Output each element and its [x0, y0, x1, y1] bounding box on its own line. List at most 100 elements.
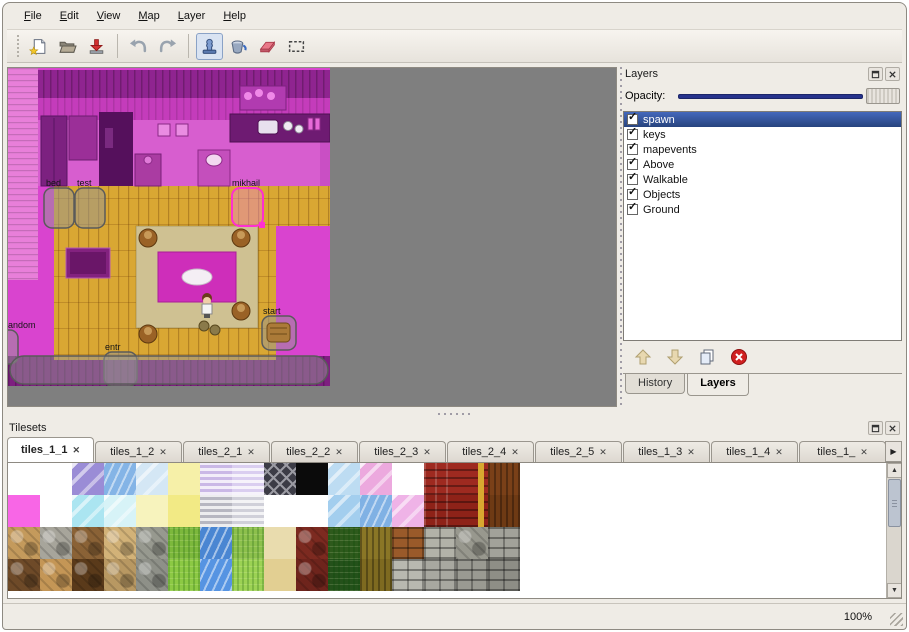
layer-row-Above[interactable]: ✓Above [624, 157, 901, 172]
tileset-tile[interactable] [456, 495, 488, 527]
tileset-tile[interactable] [392, 527, 424, 559]
tileset-tile[interactable] [136, 495, 168, 527]
tileset-tile[interactable] [360, 495, 392, 527]
tab-close-icon[interactable]: ✕ [423, 448, 431, 457]
tileset-tile[interactable] [488, 463, 520, 495]
tileset-tile[interactable] [104, 527, 136, 559]
tileset-tile[interactable] [72, 527, 104, 559]
float-dock-button[interactable] [868, 421, 883, 435]
tileset-tile[interactable] [328, 495, 360, 527]
tileset-tile[interactable] [168, 495, 200, 527]
tileset-tile[interactable] [40, 495, 72, 527]
tileset-tile[interactable] [296, 527, 328, 559]
float-dock-button[interactable] [868, 67, 883, 81]
close-dock-button[interactable] [885, 421, 900, 435]
tileset-tile[interactable] [328, 559, 360, 591]
toolbar-grip[interactable] [15, 35, 20, 57]
tileset-tile[interactable] [168, 463, 200, 495]
layer-visibility-checkbox[interactable]: ✓ [627, 129, 638, 140]
tileset-tile[interactable] [296, 463, 328, 495]
tileset-tile[interactable] [8, 495, 40, 527]
tileset-tile[interactable] [488, 495, 520, 527]
tab-close-icon[interactable]: ✕ [247, 448, 255, 457]
layer-list[interactable]: ✓spawn✓keys✓mapevents✓Above✓Walkable✓Obj… [623, 111, 902, 341]
tileset-tile[interactable] [168, 527, 200, 559]
horizontal-splitter[interactable] [3, 409, 906, 419]
menu-layer[interactable]: Layer [169, 7, 215, 25]
tileset-scrollbar[interactable]: ▲ ▼ [886, 463, 901, 598]
tileset-tile[interactable] [200, 559, 232, 591]
tab-scroll-right-button[interactable]: ▶ [885, 441, 902, 462]
undo-button[interactable] [125, 33, 152, 60]
tileset-tile[interactable] [456, 463, 488, 495]
tileset-tile[interactable] [8, 527, 40, 559]
tileset-tab-tiles_1_[interactable]: tiles_1_✕ [799, 441, 886, 462]
tileset-tile[interactable] [8, 463, 40, 495]
tileset-tile[interactable] [424, 559, 456, 591]
tileset-tile[interactable] [456, 559, 488, 591]
layer-visibility-checkbox[interactable]: ✓ [627, 189, 638, 200]
tab-close-icon[interactable]: ✕ [335, 448, 343, 457]
tileset-tile[interactable] [232, 527, 264, 559]
tileset-tile[interactable] [200, 527, 232, 559]
tileset-tile[interactable] [104, 495, 136, 527]
tileset-tile[interactable] [40, 527, 72, 559]
tileset-tab-tiles_2_3[interactable]: tiles_2_3✕ [359, 441, 446, 462]
open-map-button[interactable] [54, 33, 81, 60]
tileset-tile[interactable] [136, 559, 168, 591]
tileset-tile[interactable] [168, 559, 200, 591]
tileset-tile[interactable] [72, 495, 104, 527]
map-object-mikhail-selected[interactable] [232, 188, 263, 226]
dock-tab-layers[interactable]: Layers [687, 374, 748, 396]
tileset-tab-tiles_1_4[interactable]: tiles_1_4✕ [711, 441, 798, 462]
tileset-tile[interactable] [360, 527, 392, 559]
tileset-tile[interactable] [360, 559, 392, 591]
tileset-tab-tiles_1_3[interactable]: tiles_1_3✕ [623, 441, 710, 462]
layer-row-Objects[interactable]: ✓Objects [624, 187, 901, 202]
tileset-tab-tiles_2_5[interactable]: tiles_2_5✕ [535, 441, 622, 462]
tab-close-icon[interactable]: ✕ [687, 448, 695, 457]
tileset-tile[interactable] [40, 463, 72, 495]
tileset-tab-tiles_2_2[interactable]: tiles_2_2✕ [271, 441, 358, 462]
tileset-tile[interactable] [232, 495, 264, 527]
layer-visibility-checkbox[interactable]: ✓ [627, 174, 638, 185]
tileset-tab-tiles_1_2[interactable]: tiles_1_2✕ [95, 441, 182, 462]
tileset-tile[interactable] [200, 495, 232, 527]
layer-visibility-checkbox[interactable]: ✓ [627, 114, 638, 125]
new-map-button[interactable] [25, 33, 52, 60]
tileset-tile[interactable] [40, 559, 72, 591]
tileset-tile[interactable] [488, 559, 520, 591]
tileset-tile[interactable] [360, 463, 392, 495]
tileset-tile[interactable] [392, 559, 424, 591]
layer-row-Ground[interactable]: ✓Ground [624, 202, 901, 217]
duplicate-layer-button[interactable] [695, 345, 719, 369]
map-canvas[interactable]: bed test mikhail start entr andom [7, 67, 617, 407]
tileset-tile[interactable] [232, 463, 264, 495]
scroll-up-button[interactable]: ▲ [887, 463, 902, 478]
rect-select-button[interactable] [283, 33, 310, 60]
dock-tab-history[interactable]: History [625, 374, 685, 394]
tileset-tile[interactable] [72, 463, 104, 495]
tab-close-icon[interactable]: ✕ [599, 448, 607, 457]
tileset-tile[interactable] [264, 495, 296, 527]
tileset-tile[interactable] [104, 463, 136, 495]
tab-close-icon[interactable]: ✕ [775, 448, 783, 457]
tileset-tile[interactable] [456, 527, 488, 559]
layer-visibility-checkbox[interactable]: ✓ [627, 204, 638, 215]
menu-view[interactable]: View [88, 7, 130, 25]
layer-row-mapevents[interactable]: ✓mapevents [624, 142, 901, 157]
menu-map[interactable]: Map [129, 7, 168, 25]
opacity-slider-track[interactable] [678, 94, 863, 99]
tileset-tile[interactable] [136, 463, 168, 495]
raise-layer-button[interactable] [631, 345, 655, 369]
eraser-button[interactable] [254, 33, 281, 60]
redo-button[interactable] [154, 33, 181, 60]
tileset-tile[interactable] [232, 559, 264, 591]
tileset-tile[interactable] [424, 527, 456, 559]
tileset-tile[interactable] [72, 559, 104, 591]
tileset-tile[interactable] [328, 463, 360, 495]
save-map-button[interactable] [83, 33, 110, 60]
menu-file[interactable]: File [15, 7, 51, 25]
tileset-tile[interactable] [264, 463, 296, 495]
tab-close-icon[interactable]: ✕ [159, 448, 167, 457]
